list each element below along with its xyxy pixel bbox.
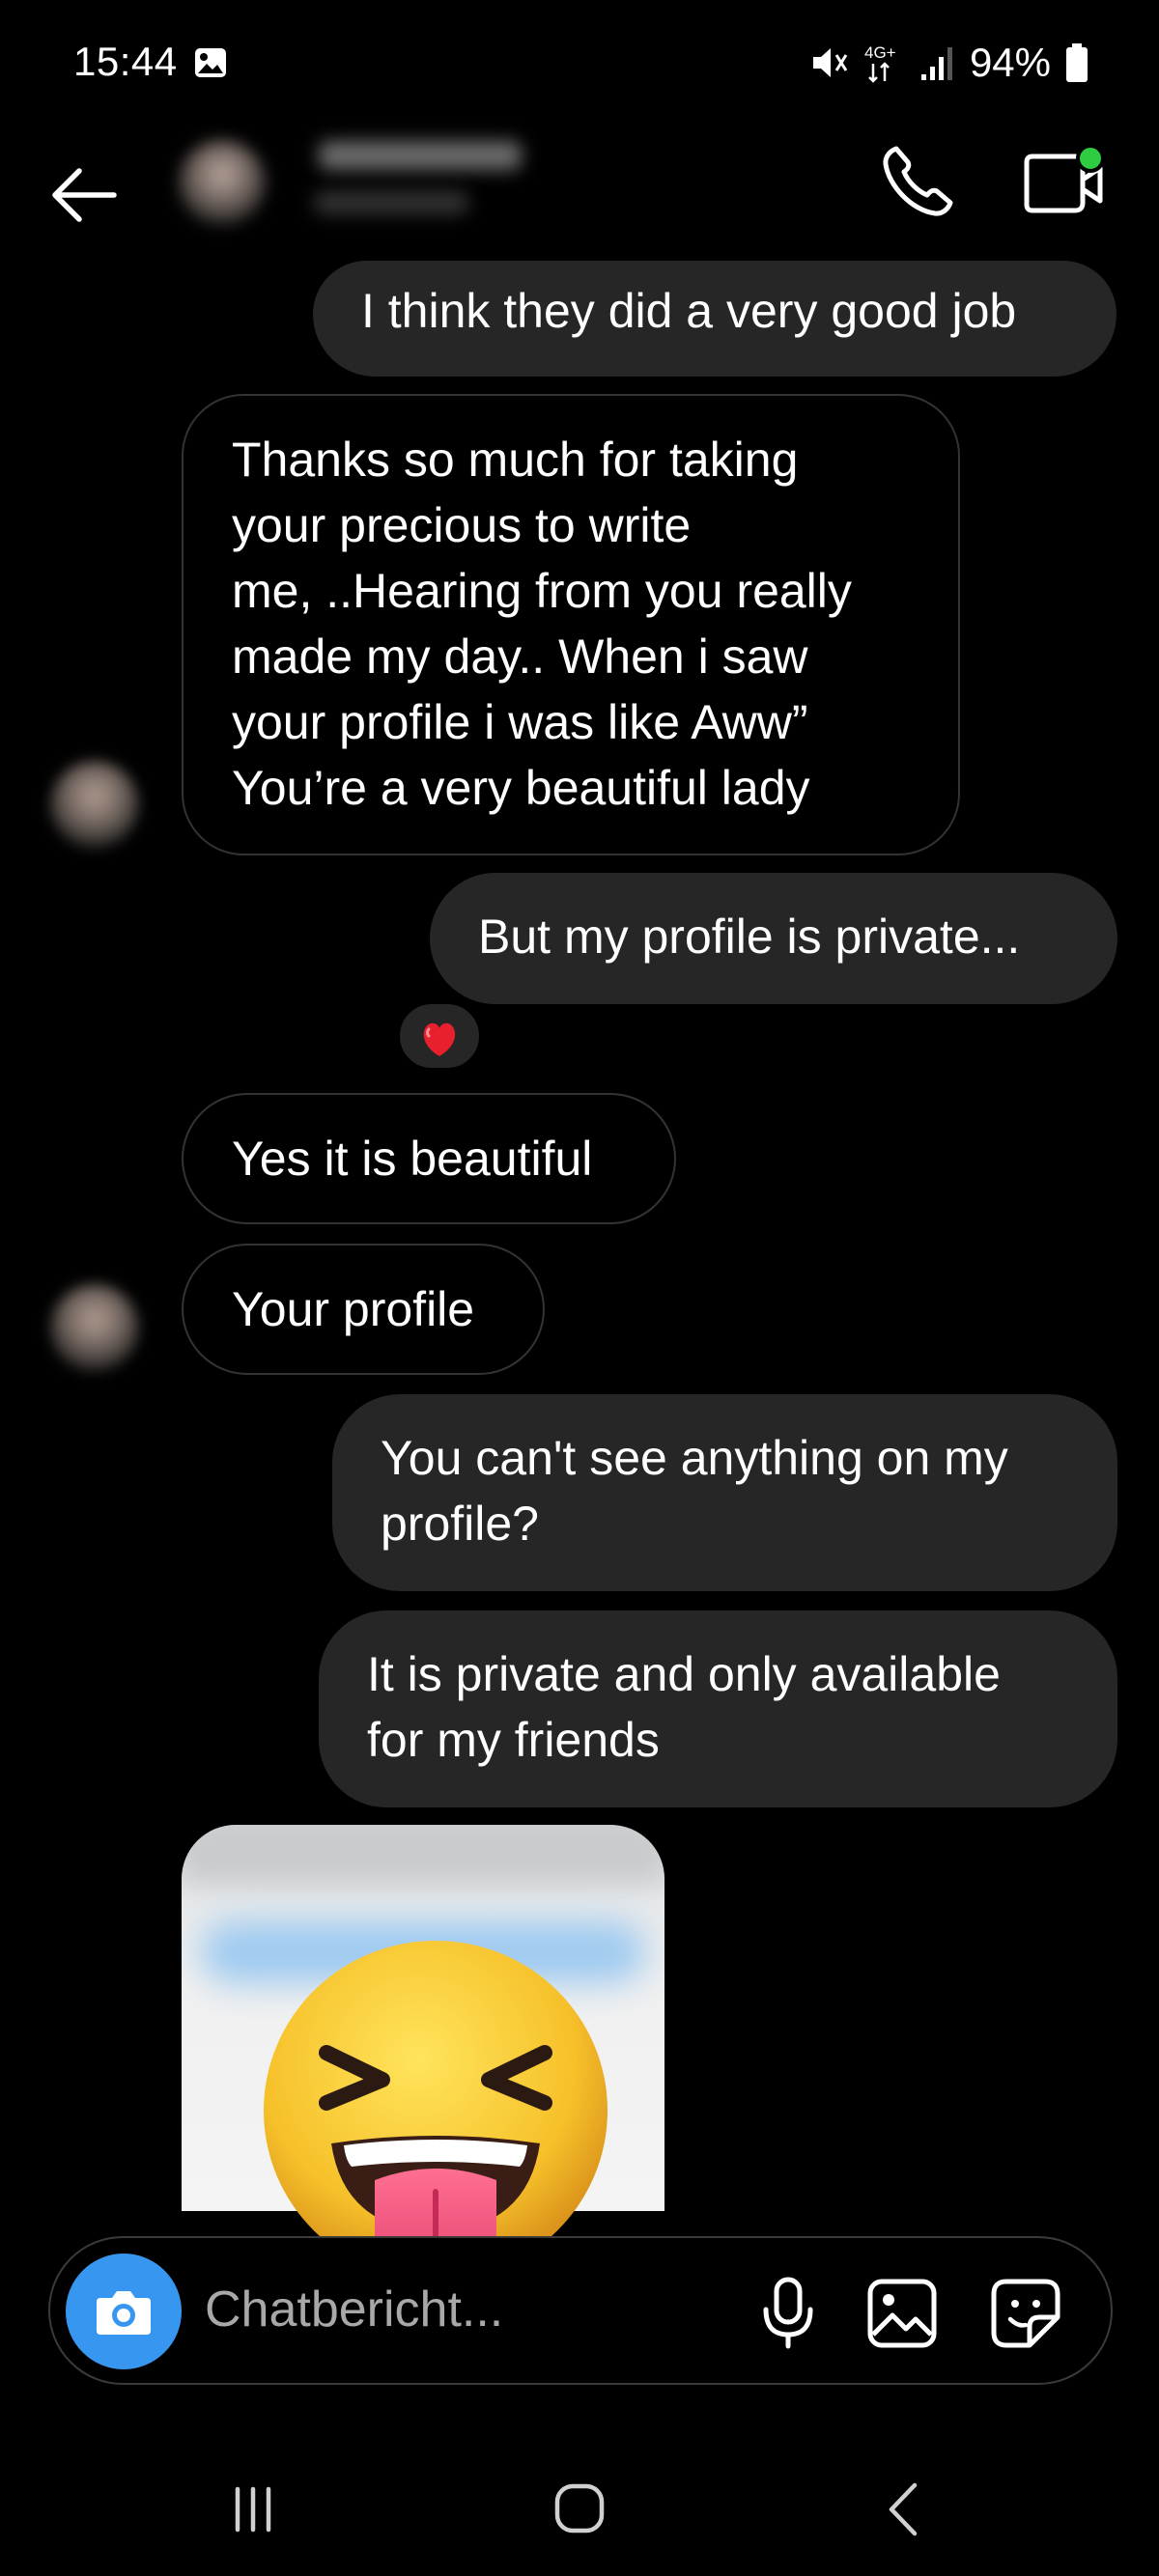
- contact-avatar-small[interactable]: [50, 761, 139, 850]
- home-icon[interactable]: [552, 2481, 607, 2535]
- network-icon: 4G+: [864, 43, 896, 83]
- system-navigation-bar: [0, 2433, 1159, 2576]
- phone-icon[interactable]: [879, 143, 956, 220]
- message-received[interactable]: Thanks so much for taking your precious …: [182, 394, 960, 855]
- message-composer: Chatbericht...: [48, 2236, 1113, 2385]
- message-sent[interactable]: But my profile is private...: [430, 873, 1117, 1004]
- message-sent[interactable]: You can't see anything on my profile?: [332, 1394, 1117, 1591]
- message-sent[interactable]: I think they did a very good job: [313, 261, 1117, 377]
- message-input[interactable]: Chatbericht...: [205, 2281, 503, 2338]
- status-bar: 15:44 4G+ 94%: [0, 0, 1159, 130]
- gallery-notification-icon: [195, 48, 226, 77]
- arrow-left-icon[interactable]: [46, 157, 122, 233]
- contact-name[interactable]: [319, 141, 522, 170]
- mute-icon: [812, 48, 848, 77]
- microphone-icon[interactable]: [753, 2275, 823, 2350]
- battery-icon: [1066, 43, 1088, 82]
- camera-button[interactable]: [66, 2254, 182, 2369]
- heart-icon: [423, 1022, 456, 1056]
- camera-icon: [97, 2291, 151, 2335]
- status-time: 15:44: [73, 39, 178, 84]
- chat-header: [0, 130, 1159, 266]
- video-camera-icon[interactable]: [1019, 143, 1108, 222]
- sticker-icon[interactable]: [989, 2277, 1062, 2350]
- battery-percentage: 94%: [969, 40, 1051, 85]
- contact-avatar-small[interactable]: [50, 1284, 139, 1373]
- chevron-left-icon[interactable]: [884, 2479, 922, 2539]
- contact-status: [314, 191, 468, 214]
- heart-reaction[interactable]: [396, 1000, 483, 1072]
- recent-apps-icon[interactable]: [224, 2485, 282, 2534]
- image-icon[interactable]: [865, 2277, 939, 2350]
- contact-avatar[interactable]: [179, 140, 266, 227]
- network-label: 4G+: [864, 43, 896, 62]
- message-sent[interactable]: It is private and only available for my …: [319, 1610, 1117, 1807]
- message-received[interactable]: Yes it is beautiful: [182, 1093, 676, 1224]
- signal-icon: [920, 47, 952, 80]
- message-received[interactable]: Your profile: [182, 1244, 545, 1375]
- image-blur-region: [182, 1825, 664, 1883]
- status-indicators: 4G+ 94%: [809, 39, 1089, 87]
